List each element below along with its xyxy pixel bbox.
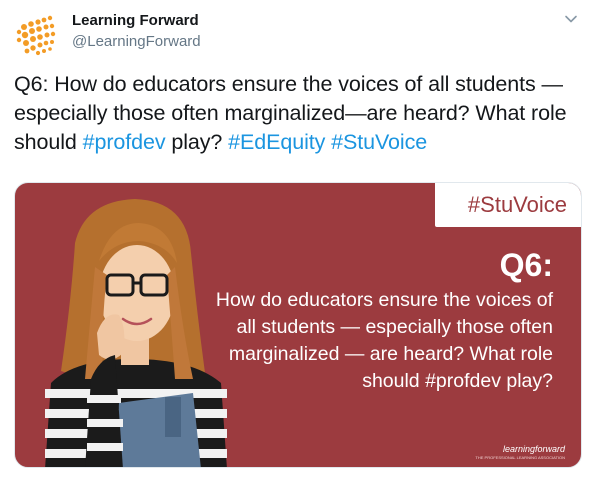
account-handle[interactable]: @LearningForward xyxy=(72,33,201,50)
hashtag-profdev[interactable]: #profdev xyxy=(83,130,166,154)
account-name[interactable]: Learning Forward xyxy=(72,12,199,29)
learningforward-logo: learningforward THE PROFESSIONAL LEARNIN… xyxy=(475,441,569,463)
hashtag-stuvoice[interactable]: #StuVoice xyxy=(331,130,427,154)
tweet-text-part: play? xyxy=(165,130,229,154)
tweet-header: Learning Forward @LearningForward xyxy=(14,8,582,58)
tweet-image-card[interactable]: #StuVoice Q6: How do educators ensure th… xyxy=(14,182,582,468)
logo-subtext: THE PROFESSIONAL LEARNING ASSOCIATION xyxy=(475,455,565,460)
avatar[interactable] xyxy=(14,10,62,58)
logo-text: learningforward xyxy=(502,444,565,454)
chevron-down-icon[interactable] xyxy=(564,12,578,26)
hashtag-edequity[interactable]: #EdEquity xyxy=(228,130,325,154)
student-photo xyxy=(45,199,227,467)
card-question-text: How do educators ensure the voices of al… xyxy=(215,289,553,392)
card-hashtag: #StuVoice xyxy=(467,192,567,217)
card-question-label: Q6: xyxy=(499,247,553,283)
tweet-text: Q6: How do educators ensure the voices o… xyxy=(14,70,574,157)
learning-forward-logo-icon xyxy=(16,15,56,56)
card-hashtag-box: #StuVoice xyxy=(435,183,581,227)
tweet: Learning Forward @LearningForward Q6: Ho… xyxy=(0,0,590,478)
